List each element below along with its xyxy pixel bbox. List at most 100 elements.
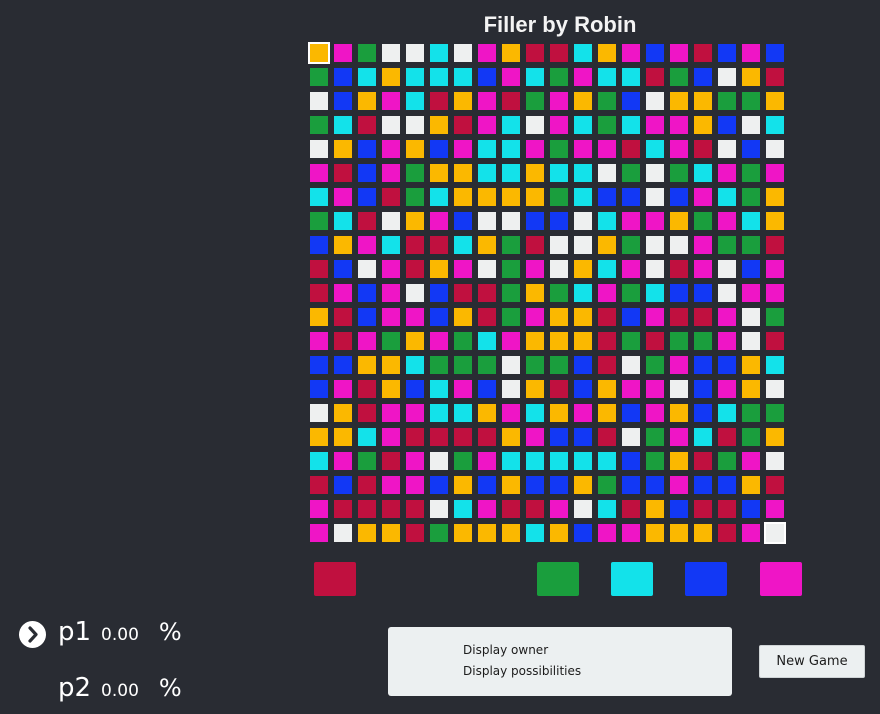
board-cell — [478, 140, 496, 158]
board-cell — [646, 524, 664, 542]
board-cell — [502, 44, 520, 62]
board-cell — [430, 164, 448, 182]
board-cell — [334, 44, 352, 62]
color-choice-green[interactable] — [537, 562, 579, 596]
new-game-button[interactable]: New Game — [759, 645, 865, 678]
board-cell — [406, 188, 424, 206]
board-cell — [742, 524, 760, 542]
board-cell — [454, 140, 472, 158]
board-cell — [334, 92, 352, 110]
board-cell — [742, 428, 760, 446]
board-cell — [718, 68, 736, 86]
board-cell — [550, 524, 568, 542]
color-choice-red[interactable] — [314, 562, 356, 596]
board-cell — [406, 404, 424, 422]
board-cell — [382, 284, 400, 302]
board-cell — [718, 452, 736, 470]
board-cell — [550, 140, 568, 158]
board-cell — [598, 476, 616, 494]
board-cell — [694, 212, 712, 230]
board-cell — [742, 212, 760, 230]
board-cell — [334, 500, 352, 518]
board-cell — [430, 404, 448, 422]
board-cell — [718, 500, 736, 518]
board-cell — [550, 356, 568, 374]
board-cell — [358, 284, 376, 302]
display-possibilities-option[interactable]: Display possibilities — [463, 664, 581, 678]
board-cell — [478, 284, 496, 302]
board-cell — [742, 284, 760, 302]
board-cell — [550, 404, 568, 422]
board-cell — [478, 308, 496, 326]
board-cell — [598, 428, 616, 446]
board-cell — [382, 308, 400, 326]
board-cell — [622, 92, 640, 110]
board-cell — [622, 332, 640, 350]
color-choice-blue[interactable] — [685, 562, 727, 596]
board-cell — [622, 188, 640, 206]
board-cell — [598, 380, 616, 398]
player-1-percentage: 0.00 — [101, 625, 139, 645]
board-cell — [406, 68, 424, 86]
board-cell — [574, 428, 592, 446]
board-cell — [334, 308, 352, 326]
board-cell — [358, 116, 376, 134]
board-cell — [766, 68, 784, 86]
board-cell — [718, 308, 736, 326]
board-cell — [406, 524, 424, 542]
board-cell — [622, 116, 640, 134]
board-cell — [766, 212, 784, 230]
player-1-score: p1 0.00 % — [58, 617, 182, 647]
board-cell — [430, 260, 448, 278]
board-cell — [646, 188, 664, 206]
board-cell — [718, 380, 736, 398]
board-cell — [502, 380, 520, 398]
board-cell — [718, 284, 736, 302]
board-cell — [358, 356, 376, 374]
board-cell — [742, 260, 760, 278]
board-cell — [430, 284, 448, 302]
board-cell — [454, 452, 472, 470]
board-cell — [574, 308, 592, 326]
board-cell — [550, 500, 568, 518]
board-cell — [406, 452, 424, 470]
board-cell — [358, 92, 376, 110]
board-cell — [574, 380, 592, 398]
board-cell — [694, 332, 712, 350]
board-cell — [478, 116, 496, 134]
board-cell — [310, 308, 328, 326]
color-choice-magenta[interactable] — [760, 562, 802, 596]
board-cell — [454, 236, 472, 254]
board-cell — [694, 452, 712, 470]
board-cell — [598, 260, 616, 278]
board-cell — [478, 92, 496, 110]
board-cell — [550, 68, 568, 86]
board-cell — [358, 404, 376, 422]
board-cell — [646, 236, 664, 254]
board-cell — [430, 140, 448, 158]
board-cell — [742, 452, 760, 470]
board-cell — [430, 476, 448, 494]
board-cell — [694, 524, 712, 542]
board-cell — [766, 116, 784, 134]
board-cell — [598, 308, 616, 326]
board-cell — [406, 476, 424, 494]
board-cell — [478, 452, 496, 470]
board-cell — [502, 356, 520, 374]
board-cell — [478, 404, 496, 422]
board-cell — [334, 164, 352, 182]
board-cell — [502, 332, 520, 350]
board-cell — [670, 404, 688, 422]
board-cell — [742, 164, 760, 182]
color-choice-cyan[interactable] — [611, 562, 653, 596]
board-cell — [694, 284, 712, 302]
board-cell — [382, 260, 400, 278]
board-cell — [766, 380, 784, 398]
board-cell — [358, 212, 376, 230]
board-cell — [742, 116, 760, 134]
board-cell — [574, 452, 592, 470]
display-owner-option[interactable]: Display owner — [463, 643, 548, 657]
board-cell — [358, 476, 376, 494]
board-cell — [766, 44, 784, 62]
board-cell — [574, 68, 592, 86]
